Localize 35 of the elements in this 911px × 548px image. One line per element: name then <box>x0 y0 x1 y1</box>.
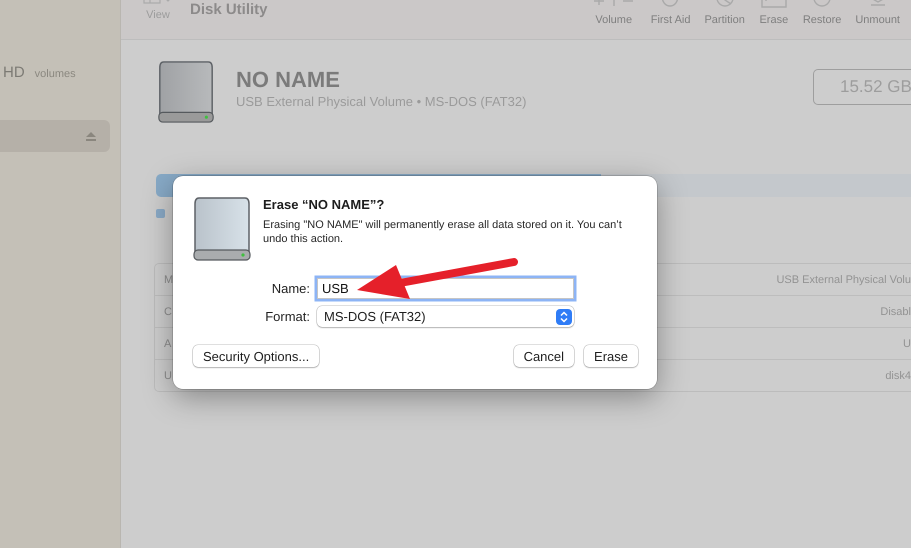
info-label: C <box>164 306 172 318</box>
sidebar-item[interactable] <box>0 120 110 152</box>
dialog-button[interactable]: Erase <box>584 345 638 367</box>
info-value: disk4 <box>885 370 911 382</box>
restore-icon[interactable] <box>812 0 832 8</box>
stepper-icon <box>556 308 572 324</box>
window-title: Disk Utility <box>190 1 268 18</box>
dialog-title: Erase “NO NAME”? <box>263 197 386 212</box>
drive-icon <box>157 60 215 124</box>
toolbar-button[interactable]: Volume <box>595 14 632 26</box>
toolbar-button[interactable]: Erase <box>759 14 788 26</box>
info-label: U <box>164 370 172 382</box>
info-label: A <box>164 338 172 350</box>
info-value: USB External Physical Volu <box>776 274 911 286</box>
info-value: Disabl <box>880 306 911 318</box>
format-label: Format: <box>264 309 310 324</box>
volume-name: NO NAME <box>236 67 341 93</box>
sidebar-section-note: volumes <box>34 68 76 80</box>
name-label: Name: <box>270 281 310 296</box>
pie-icon[interactable] <box>714 0 736 8</box>
toolbar-button[interactable]: Restore <box>802 14 842 26</box>
toolbar-button[interactable]: Partition <box>704 14 745 26</box>
legend-swatch <box>156 209 165 218</box>
dialog-button[interactable]: Cancel <box>514 345 574 367</box>
toolbar-button[interactable]: Unmount <box>855 14 900 26</box>
drive-icon[interactable] <box>758 0 789 8</box>
toolbar-button[interactable]: First Aid <box>650 14 690 26</box>
eject-icon[interactable] <box>86 132 96 140</box>
info-label: M <box>164 274 174 286</box>
format-popup[interactable]: MS-DOS (FAT32) <box>317 306 574 327</box>
dialog-message: Erasing "NO NAME" will permanently erase all data stored on it. You can’t undo this action. <box>263 218 623 246</box>
dialog-button[interactable]: Security Options... <box>193 345 320 367</box>
external-drive-icon <box>193 196 251 262</box>
sidebar-section-label: HD <box>3 64 25 81</box>
info-value: U <box>903 338 911 350</box>
